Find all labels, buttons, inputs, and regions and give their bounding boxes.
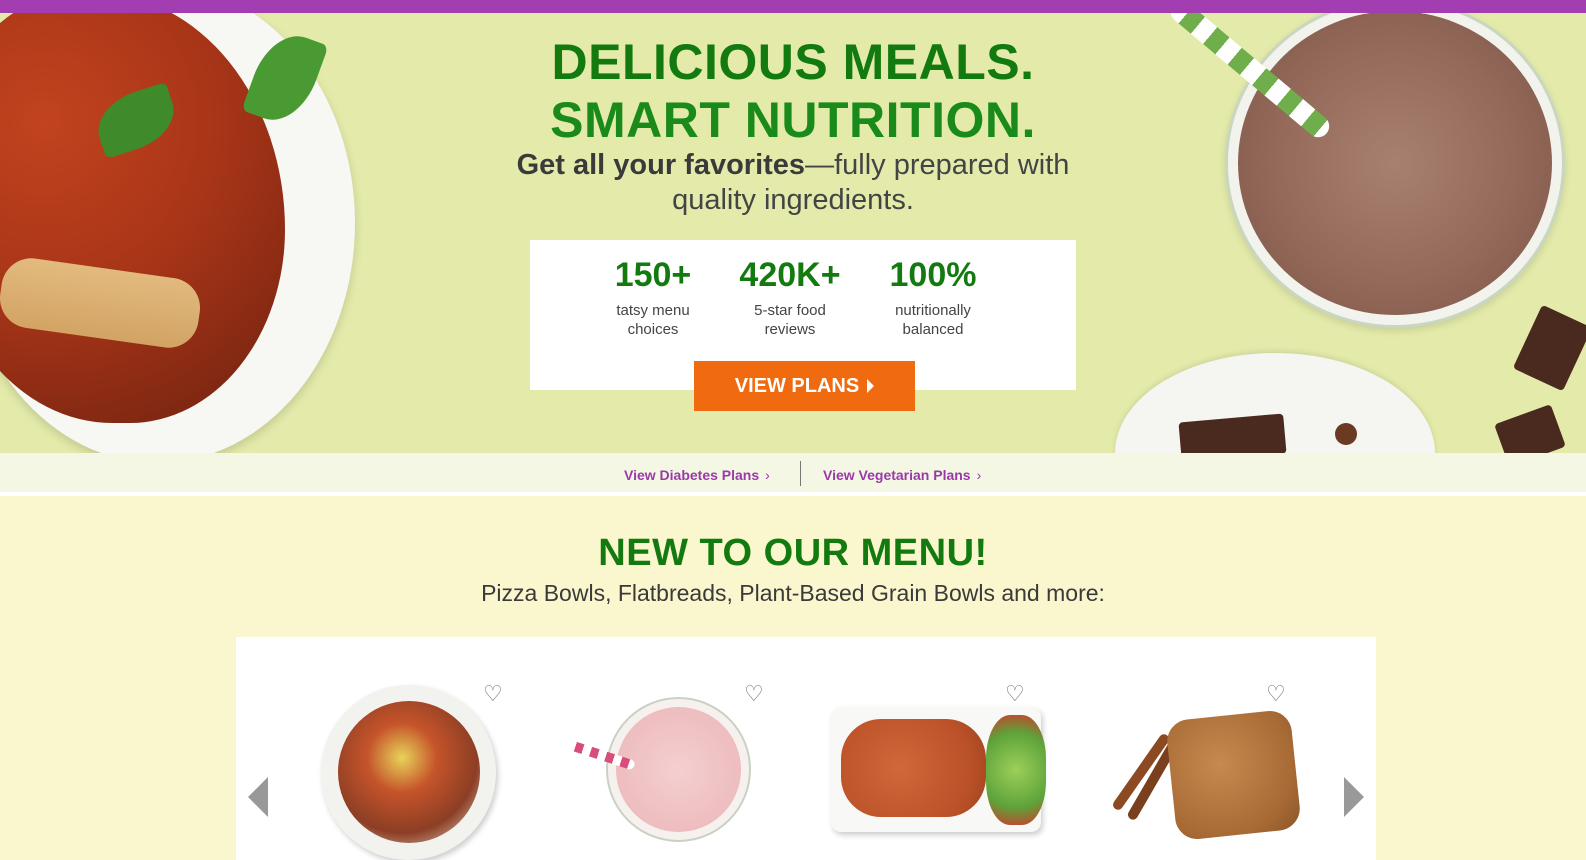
stat-label: tatsy menu choices [616, 302, 690, 338]
view-diabetes-plans-link[interactable]: View Diabetes Plans › [624, 467, 770, 483]
hero-title-line2: SMART NUTRITION. [550, 92, 1036, 148]
strawberry-shake-liquid-image [616, 707, 741, 832]
stat-value: 420K+ [739, 256, 841, 294]
plan-links-bar: View Diabetes Plans › View Vegetarian Pla… [0, 453, 1586, 496]
flatbread-food-image [841, 719, 986, 817]
view-plans-button[interactable]: VIEW PLANS [694, 361, 915, 411]
view-vegetarian-plans-link[interactable]: View Vegetarian Plans › [823, 467, 981, 483]
chocolate-chip-image [1335, 423, 1357, 445]
link-label: View Diabetes Plans [624, 467, 760, 483]
new-menu-title: NEW TO OUR MENU! [598, 532, 988, 574]
carousel-prev-arrow-icon[interactable] [248, 777, 268, 817]
stat-value: 150+ [614, 256, 692, 294]
chevron-right-icon: › [765, 467, 770, 483]
heart-icon[interactable]: ♡ [483, 683, 503, 705]
new-menu-subtitle: Pizza Bowls, Flatbreads, Plant-Based Gra… [481, 580, 1105, 606]
heart-icon[interactable]: ♡ [1005, 683, 1025, 705]
cookie-image[interactable] [1165, 708, 1302, 842]
link-label: View Vegetarian Plans [823, 467, 971, 483]
hero-subtitle: Get all your favorites—fully prepared wi… [500, 148, 1086, 218]
stat-label: nutritionally balanced [895, 302, 971, 338]
salad-image [986, 715, 1046, 825]
stat-menu-choices: 150+ tatsy menu choices [578, 256, 728, 339]
stat-value: 100% [889, 256, 977, 294]
menu-carousel: ♡ ♡ ♡ ♡ [236, 637, 1376, 860]
caret-right-icon [867, 379, 875, 393]
chevron-right-icon: › [976, 467, 982, 483]
hero-title-line1: DELICIOUS MEALS. [551, 34, 1035, 90]
view-plans-label: VIEW PLANS [734, 374, 860, 397]
stat-label: 5-star food reviews [754, 302, 826, 338]
heart-icon[interactable]: ♡ [1266, 683, 1286, 705]
hero-subtitle-bold: Get all your favorites [516, 149, 806, 181]
stat-balanced: 100% nutritionally balanced [858, 256, 1008, 339]
carousel-next-arrow-icon[interactable] [1344, 777, 1364, 817]
promo-bar [0, 0, 1586, 13]
hero-section: DELICIOUS MEALS. SMART NUTRITION. Get al… [0, 13, 1586, 453]
stat-reviews: 420K+ 5-star food reviews [715, 256, 865, 339]
heart-icon[interactable]: ♡ [744, 683, 764, 705]
chocolate-chunk-image [1512, 304, 1586, 392]
pizza-bowl-food-image [338, 701, 480, 843]
chocolate-chunk-image [1494, 404, 1566, 453]
divider [800, 461, 801, 486]
